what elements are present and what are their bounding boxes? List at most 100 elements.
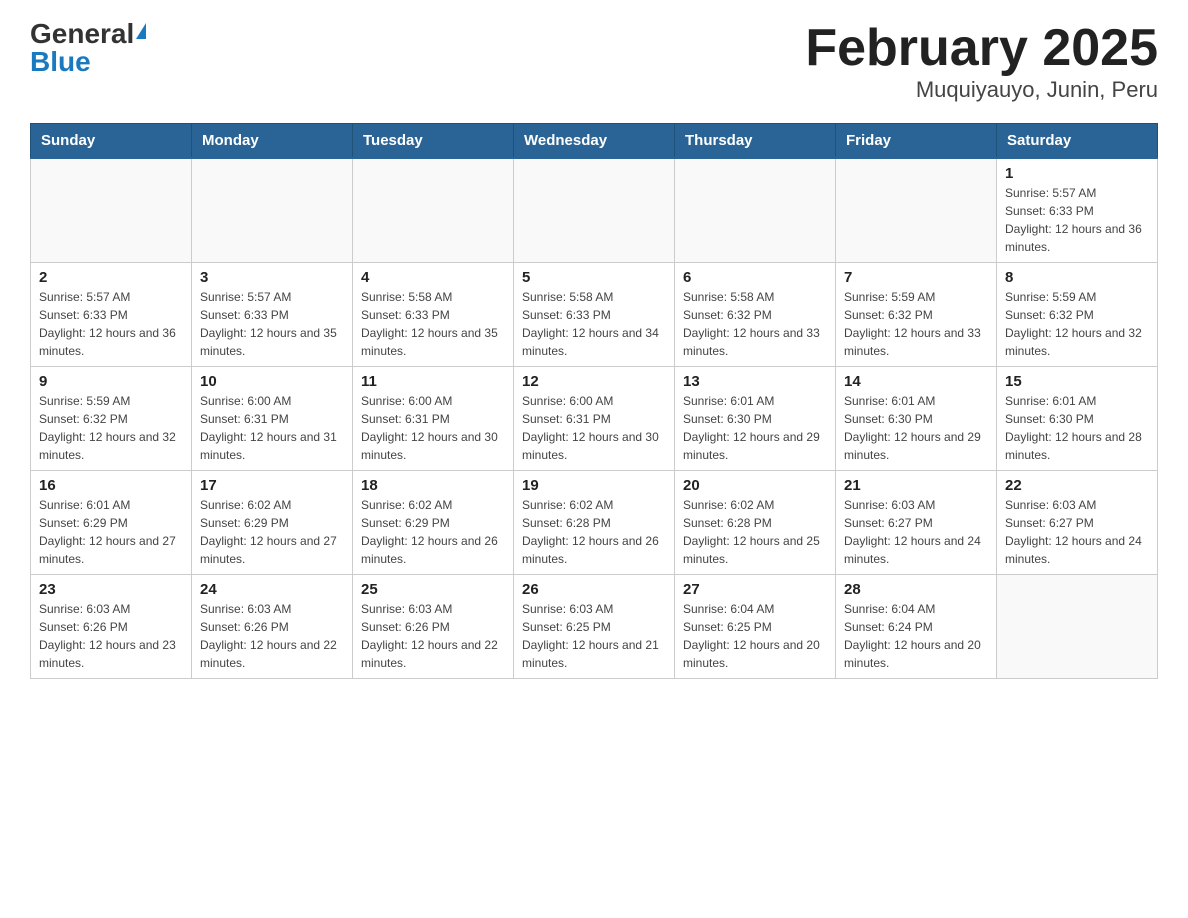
- calendar-cell: 5Sunrise: 5:58 AMSunset: 6:33 PMDaylight…: [514, 263, 675, 367]
- day-number: 16: [39, 477, 183, 494]
- calendar-cell: 17Sunrise: 6:02 AMSunset: 6:29 PMDayligh…: [192, 471, 353, 575]
- calendar-cell: 16 Sunrise: 6:01 AMSunset: 6:29 PMDayligh…: [31, 471, 192, 575]
- calendar-cell: 26 Sunrise: 6:03 AMSunset: 6:25 PMDayligh…: [514, 575, 675, 679]
- day-number: 22: [1005, 477, 1149, 494]
- calendar-cell: 10 Sunrise: 6:00 AMSunset: 6:31 PMDayligh…: [192, 367, 353, 471]
- day-info: Sunrise: 6:02 AMSunset: 6:29 PMDaylight:…: [361, 496, 505, 568]
- day-info: Sunrise: 6:03 AMSunset: 6:25 PMDaylight:…: [522, 600, 666, 672]
- day-info: Sunrise: 5:57 AMSunset: 6:33 PMDaylight:…: [1005, 184, 1149, 256]
- day-number: 9: [39, 373, 183, 390]
- day-info: Sunrise: 6:02 AMSunset: 6:28 PMDaylight:…: [522, 496, 666, 568]
- day-number: 1: [1005, 165, 1149, 182]
- calendar-cell: 28 Sunrise: 6:04 AMSunset: 6:24 PMDayligh…: [836, 575, 997, 679]
- day-info: Sunrise: 6:01 AMSunset: 6:29 PMDaylight:…: [39, 496, 183, 568]
- day-info: Sunrise: 5:58 AMSunset: 6:32 PMDaylight:…: [683, 288, 827, 360]
- logo-blue: Blue: [30, 48, 91, 76]
- weekday-header-thursday: Thursday: [675, 124, 836, 159]
- calendar-cell: [353, 158, 514, 263]
- day-info: Sunrise: 6:01 AMSunset: 6:30 PMDaylight:…: [683, 392, 827, 464]
- week-row-1: 1 Sunrise: 5:57 AMSunset: 6:33 PMDaylight…: [31, 158, 1158, 263]
- calendar-cell: [836, 158, 997, 263]
- day-info: Sunrise: 5:59 AMSunset: 6:32 PMDaylight:…: [844, 288, 988, 360]
- day-info: Sunrise: 6:04 AMSunset: 6:24 PMDaylight:…: [844, 600, 988, 672]
- day-number: 23: [39, 581, 183, 598]
- calendar-cell: [514, 158, 675, 263]
- calendar-cell: 11Sunrise: 6:00 AMSunset: 6:31 PMDayligh…: [353, 367, 514, 471]
- week-row-2: 2 Sunrise: 5:57 AMSunset: 6:33 PMDaylight…: [31, 263, 1158, 367]
- calendar-cell: [31, 158, 192, 263]
- weekday-header-row: SundayMondayTuesdayWednesdayThursdayFrid…: [31, 124, 1158, 159]
- calendar-cell: [675, 158, 836, 263]
- calendar-cell: 23 Sunrise: 6:03 AMSunset: 6:26 PMDayligh…: [31, 575, 192, 679]
- calendar-cell: 24 Sunrise: 6:03 AMSunset: 6:26 PMDayligh…: [192, 575, 353, 679]
- calendar-table: SundayMondayTuesdayWednesdayThursdayFrid…: [30, 123, 1158, 679]
- day-info: Sunrise: 6:03 AMSunset: 6:27 PMDaylight:…: [1005, 496, 1149, 568]
- calendar-cell: 9 Sunrise: 5:59 AMSunset: 6:32 PMDaylight…: [31, 367, 192, 471]
- logo-general: General: [30, 20, 134, 48]
- day-number: 2: [39, 269, 183, 286]
- calendar-title: February 2025: [805, 20, 1158, 77]
- day-number: 21: [844, 477, 988, 494]
- day-info: Sunrise: 6:00 AMSunset: 6:31 PMDaylight:…: [200, 392, 344, 464]
- day-info: Sunrise: 5:59 AMSunset: 6:32 PMDaylight:…: [39, 392, 183, 464]
- calendar-cell: 7 Sunrise: 5:59 AMSunset: 6:32 PMDaylight…: [836, 263, 997, 367]
- day-number: 26: [522, 581, 666, 598]
- day-number: 24: [200, 581, 344, 598]
- day-number: 12: [522, 373, 666, 390]
- day-info: Sunrise: 6:03 AMSunset: 6:26 PMDaylight:…: [200, 600, 344, 672]
- day-number: 14: [844, 373, 988, 390]
- day-info: Sunrise: 5:58 AMSunset: 6:33 PMDaylight:…: [361, 288, 505, 360]
- day-info: Sunrise: 6:01 AMSunset: 6:30 PMDaylight:…: [1005, 392, 1149, 464]
- day-number: 11: [361, 373, 505, 390]
- day-info: Sunrise: 6:00 AMSunset: 6:31 PMDaylight:…: [522, 392, 666, 464]
- day-info: Sunrise: 6:01 AMSunset: 6:30 PMDaylight:…: [844, 392, 988, 464]
- day-number: 25: [361, 581, 505, 598]
- day-number: 4: [361, 269, 505, 286]
- calendar-cell: [997, 575, 1158, 679]
- day-number: 28: [844, 581, 988, 598]
- calendar-cell: 14 Sunrise: 6:01 AMSunset: 6:30 PMDayligh…: [836, 367, 997, 471]
- day-info: Sunrise: 6:03 AMSunset: 6:26 PMDaylight:…: [39, 600, 183, 672]
- calendar-cell: 2 Sunrise: 5:57 AMSunset: 6:33 PMDaylight…: [31, 263, 192, 367]
- day-info: Sunrise: 6:02 AMSunset: 6:28 PMDaylight:…: [683, 496, 827, 568]
- day-number: 20: [683, 477, 827, 494]
- logo: General Blue: [30, 20, 146, 76]
- calendar-cell: 15 Sunrise: 6:01 AMSunset: 6:30 PMDayligh…: [997, 367, 1158, 471]
- day-info: Sunrise: 6:03 AMSunset: 6:26 PMDaylight:…: [361, 600, 505, 672]
- calendar-subtitle: Muquiyauyo, Junin, Peru: [805, 77, 1158, 103]
- title-block: February 2025 Muquiyauyo, Junin, Peru: [805, 20, 1158, 103]
- week-row-4: 16 Sunrise: 6:01 AMSunset: 6:29 PMDayligh…: [31, 471, 1158, 575]
- day-info: Sunrise: 5:58 AMSunset: 6:33 PMDaylight:…: [522, 288, 666, 360]
- weekday-header-monday: Monday: [192, 124, 353, 159]
- calendar-cell: 13Sunrise: 6:01 AMSunset: 6:30 PMDayligh…: [675, 367, 836, 471]
- day-info: Sunrise: 5:57 AMSunset: 6:33 PMDaylight:…: [200, 288, 344, 360]
- calendar-cell: 3 Sunrise: 5:57 AMSunset: 6:33 PMDaylight…: [192, 263, 353, 367]
- day-info: Sunrise: 5:59 AMSunset: 6:32 PMDaylight:…: [1005, 288, 1149, 360]
- calendar-cell: 20 Sunrise: 6:02 AMSunset: 6:28 PMDayligh…: [675, 471, 836, 575]
- calendar-cell: [192, 158, 353, 263]
- weekday-header-friday: Friday: [836, 124, 997, 159]
- calendar-cell: 12 Sunrise: 6:00 AMSunset: 6:31 PMDayligh…: [514, 367, 675, 471]
- week-row-3: 9 Sunrise: 5:59 AMSunset: 6:32 PMDaylight…: [31, 367, 1158, 471]
- weekday-header-sunday: Sunday: [31, 124, 192, 159]
- weekday-header-saturday: Saturday: [997, 124, 1158, 159]
- day-number: 18: [361, 477, 505, 494]
- calendar-cell: 18 Sunrise: 6:02 AMSunset: 6:29 PMDayligh…: [353, 471, 514, 575]
- day-info: Sunrise: 5:57 AMSunset: 6:33 PMDaylight:…: [39, 288, 183, 360]
- day-number: 10: [200, 373, 344, 390]
- day-number: 17: [200, 477, 344, 494]
- day-number: 19: [522, 477, 666, 494]
- calendar-cell: 19 Sunrise: 6:02 AMSunset: 6:28 PMDayligh…: [514, 471, 675, 575]
- calendar-cell: 22 Sunrise: 6:03 AMSunset: 6:27 PMDayligh…: [997, 471, 1158, 575]
- day-number: 3: [200, 269, 344, 286]
- day-number: 27: [683, 581, 827, 598]
- day-info: Sunrise: 6:04 AMSunset: 6:25 PMDaylight:…: [683, 600, 827, 672]
- calendar-cell: 4 Sunrise: 5:58 AMSunset: 6:33 PMDaylight…: [353, 263, 514, 367]
- weekday-header-wednesday: Wednesday: [514, 124, 675, 159]
- day-number: 7: [844, 269, 988, 286]
- day-number: 15: [1005, 373, 1149, 390]
- day-number: 6: [683, 269, 827, 286]
- calendar-cell: 6 Sunrise: 5:58 AMSunset: 6:32 PMDaylight…: [675, 263, 836, 367]
- calendar-cell: 21Sunrise: 6:03 AMSunset: 6:27 PMDayligh…: [836, 471, 997, 575]
- weekday-header-tuesday: Tuesday: [353, 124, 514, 159]
